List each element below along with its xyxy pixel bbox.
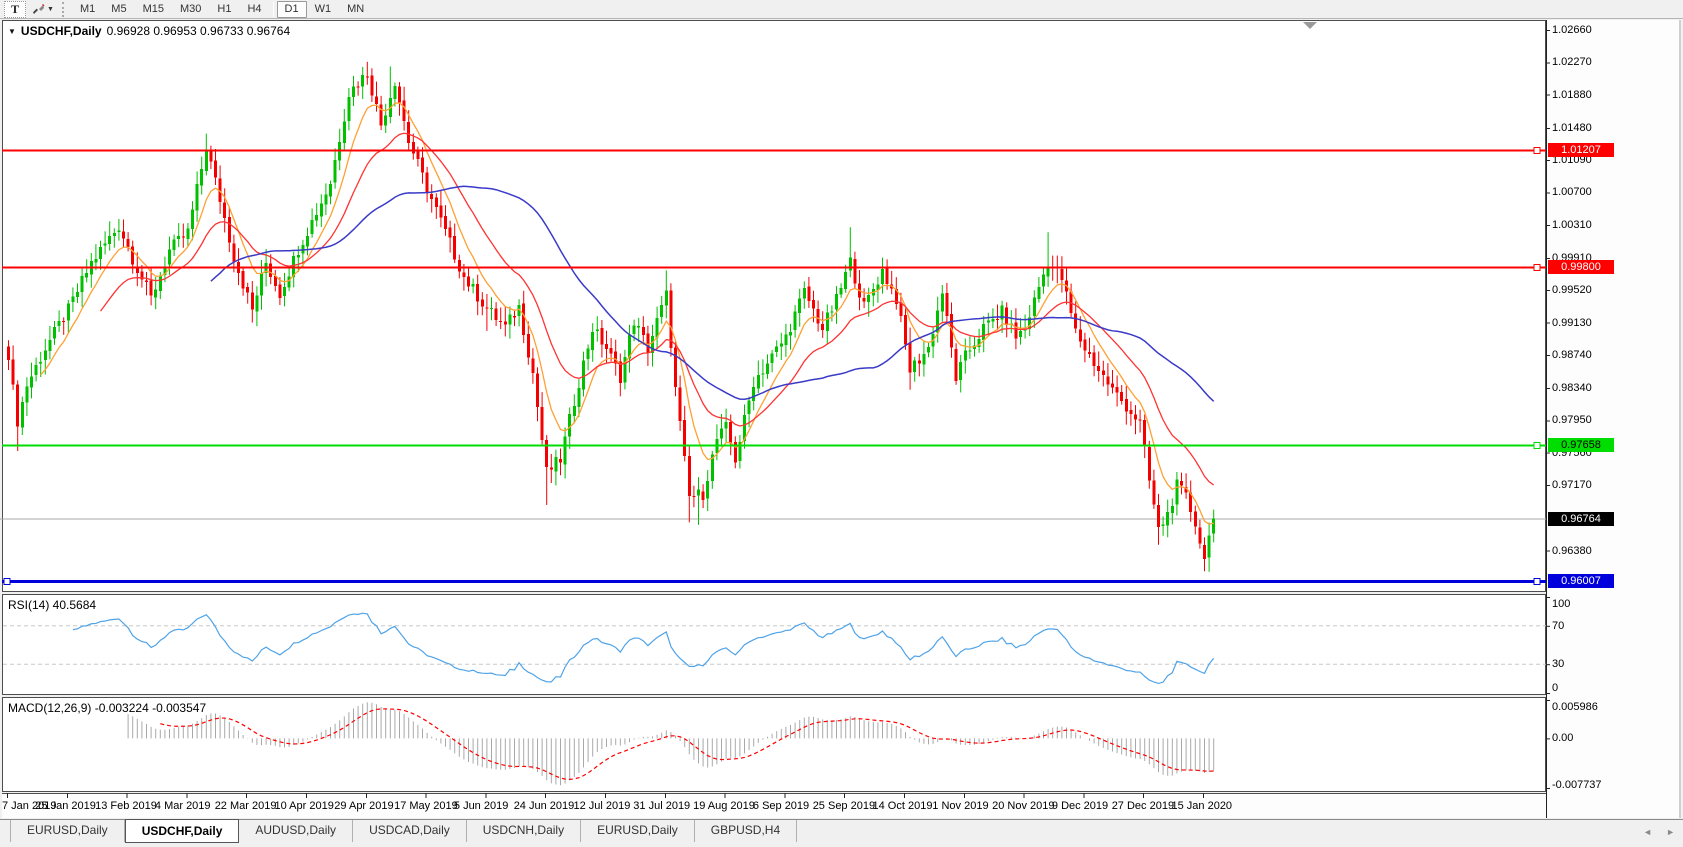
date-label: 15 Jan 2020: [1172, 800, 1233, 812]
date-label: 31 Jul 2019: [633, 800, 690, 812]
toolbar-drag-handle[interactable]: [62, 2, 66, 17]
chart-tab-2[interactable]: AUDUSD,Daily: [239, 820, 353, 842]
date-label: 20 Nov 2019: [992, 800, 1054, 812]
chart-tab-4[interactable]: USDCNH,Daily: [467, 820, 581, 842]
styler-dropdown-caret-icon[interactable]: ▼: [47, 6, 54, 13]
price-line-label: 0.96007: [1548, 574, 1614, 588]
timeframe-button-h4[interactable]: H4: [239, 1, 269, 18]
timeframe-button-h1[interactable]: H1: [209, 1, 239, 18]
mt4-window: T ▼ M1M5M15M30H1H4 D1W1MN ▼ USDCHF,Daily …: [0, 0, 1683, 847]
timeframe-button-mn[interactable]: MN: [339, 1, 372, 18]
macd-axis-label: 0.005986: [1552, 700, 1626, 714]
chart-tab-6[interactable]: GBPUSD,H4: [695, 820, 797, 842]
main-chart-panel[interactable]: [2, 20, 1546, 592]
date-label: 24 Jun 2019: [514, 800, 575, 812]
collapse-triangle-icon[interactable]: ▼: [8, 27, 16, 36]
price-tick-label: 1.00310: [1552, 218, 1622, 232]
price-tick-label: 0.98740: [1552, 348, 1622, 362]
tab-scrollers: ◄ ►: [1643, 827, 1675, 837]
tab-scroll-right-icon[interactable]: ►: [1666, 827, 1675, 837]
chart-symbol-label: USDCHF,Daily: [21, 24, 102, 38]
price-tick-label: 0.99520: [1552, 283, 1622, 297]
date-label: 14 Oct 2019: [873, 800, 933, 812]
toolbar-separator: [273, 2, 274, 17]
date-label: 29 Apr 2019: [334, 800, 393, 812]
price-tick-label: 0.96380: [1552, 544, 1622, 558]
styler-icon: [32, 3, 45, 16]
timeframe-button-m30[interactable]: M30: [172, 1, 209, 18]
macd-panel[interactable]: [2, 697, 1546, 792]
price-tick-label: 1.02660: [1552, 23, 1622, 37]
timeframe-button-d1[interactable]: D1: [277, 1, 307, 18]
text-tool-button[interactable]: T: [4, 1, 26, 18]
date-label: 1 Nov 2019: [932, 800, 988, 812]
date-label: 9 Dec 2019: [1052, 800, 1108, 812]
price-tick-label: 1.01480: [1552, 121, 1622, 135]
timeframe-button-m5[interactable]: M5: [103, 1, 134, 18]
date-label: 4 Mar 2019: [155, 800, 211, 812]
price-line-label: 0.97658: [1548, 438, 1614, 452]
rsi-indicator-label: RSI(14) 40.5684: [8, 598, 96, 612]
macd-indicator-label: MACD(12,26,9) -0.003224 -0.003547: [8, 701, 206, 715]
price-tick-label: 0.97170: [1552, 478, 1622, 492]
rsi-axis-label: 70: [1552, 619, 1626, 633]
chart-tab-5[interactable]: EURUSD,Daily: [581, 820, 695, 842]
date-label: 22 Mar 2019: [215, 800, 277, 812]
tab-scroll-left-icon[interactable]: ◄: [1643, 827, 1652, 837]
timeframe-group: M1M5M15M30H1H4 D1W1MN: [72, 1, 372, 18]
date-label: 10 Apr 2019: [275, 800, 334, 812]
chart-tab-0[interactable]: EURUSD,Daily: [10, 820, 125, 842]
price-tick-label: 0.98340: [1552, 381, 1622, 395]
chart-tab-1[interactable]: USDCHF,Daily: [125, 819, 240, 843]
rsi-panel[interactable]: [2, 594, 1546, 695]
toolbar: T ▼ M1M5M15M30H1H4 D1W1MN: [0, 0, 1683, 19]
styler-button[interactable]: ▼: [28, 1, 58, 18]
rsi-axis-label: 30: [1552, 657, 1626, 671]
chart-tab-3[interactable]: USDCAD,Daily: [353, 820, 467, 842]
date-label: 12 Jul 2019: [574, 800, 631, 812]
macd-axis-label: 0.00: [1552, 731, 1626, 745]
date-label: 5 Jun 2019: [454, 800, 508, 812]
date-label: 17 May 2019: [394, 800, 458, 812]
date-label: 13 Feb 2019: [95, 800, 157, 812]
date-label: 25 Jan 2019: [35, 800, 96, 812]
price-tick-label: 1.01880: [1552, 88, 1622, 102]
timeframe-button-m15[interactable]: M15: [135, 1, 172, 18]
price-line-label: 1.01207: [1548, 143, 1614, 157]
date-label: 19 Aug 2019: [693, 800, 755, 812]
current-price-label: 0.96764: [1548, 512, 1614, 526]
price-tick-label: 1.02270: [1552, 55, 1622, 69]
rsi-axis-label: 0: [1552, 681, 1626, 695]
price-tick-label: 0.97950: [1552, 413, 1622, 427]
chart-tab-bar: EURUSD,DailyUSDCHF,DailyAUDUSD,DailyUSDC…: [0, 819, 1683, 847]
timeframe-button-w1[interactable]: W1: [307, 1, 340, 18]
date-label: 6 Sep 2019: [753, 800, 809, 812]
price-tick-label: 1.00700: [1552, 185, 1622, 199]
date-label: 27 Dec 2019: [1112, 800, 1174, 812]
chart-title: ▼ USDCHF,Daily 0.96928 0.96953 0.96733 0…: [8, 24, 290, 38]
macd-axis-label: -0.007737: [1552, 778, 1626, 792]
chart-ohlc-values: 0.96928 0.96953 0.96733 0.96764: [107, 24, 291, 38]
rsi-axis-label: 100: [1552, 597, 1626, 611]
date-label: 25 Sep 2019: [813, 800, 875, 812]
chart-shift-icon[interactable]: [1303, 22, 1317, 29]
price-line-label: 0.99800: [1548, 260, 1614, 274]
price-tick-label: 0.99130: [1552, 316, 1622, 330]
timeframe-button-m1[interactable]: M1: [72, 1, 103, 18]
